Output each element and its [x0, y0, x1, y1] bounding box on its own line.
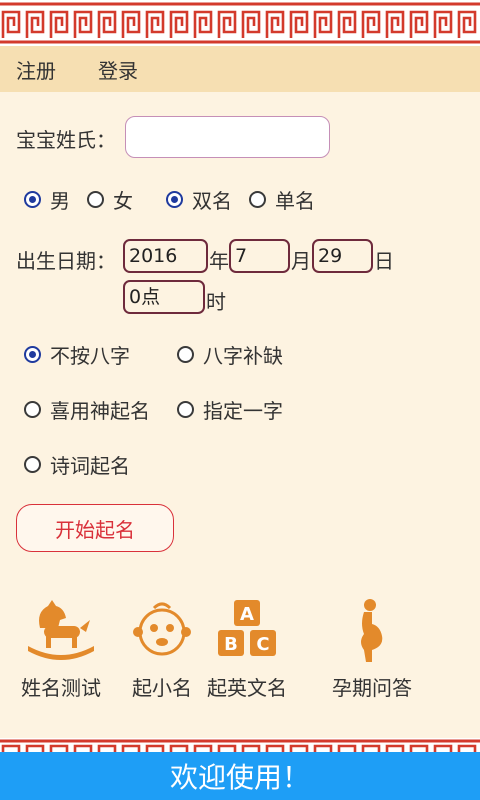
bazi-fix-radio[interactable]: 八字补缺: [177, 340, 283, 369]
name-test-tool[interactable]: 姓名测试: [6, 598, 116, 701]
radio-unchecked-icon: [177, 346, 194, 363]
xiyong-label: 喜用神起名: [50, 399, 150, 423]
svg-text:A: A: [240, 604, 254, 625]
radio-unchecked-icon: [24, 401, 41, 418]
gender-female-label: 女: [113, 189, 133, 213]
no-bazi-label: 不按八字: [50, 344, 130, 368]
english-name-label: 起英文名: [207, 676, 287, 700]
poetry-radio[interactable]: 诗词起名: [24, 450, 130, 479]
surname-label: 宝宝姓氏：: [16, 128, 116, 152]
name-test-label: 姓名测试: [21, 676, 101, 700]
double-name-label: 双名: [192, 189, 232, 213]
day-input[interactable]: 29: [312, 239, 373, 273]
radio-unchecked-icon: [24, 456, 41, 473]
top-decorative-border: [0, 0, 480, 46]
pregnancy-qa-label: 孕期问答: [332, 676, 412, 700]
gender-male-radio[interactable]: 男: [24, 185, 70, 214]
bottom-decorative-border: [0, 738, 480, 752]
single-name-label: 单名: [275, 189, 315, 213]
hour-input[interactable]: 0点: [123, 280, 205, 314]
radio-unchecked-icon: [87, 191, 104, 208]
rocking-horse-icon: [28, 600, 94, 660]
month-input[interactable]: 7: [229, 239, 290, 273]
no-bazi-radio[interactable]: 不按八字: [24, 340, 130, 369]
xiyong-radio[interactable]: 喜用神起名: [24, 395, 150, 424]
surname-input[interactable]: [125, 116, 330, 158]
radio-checked-icon: [166, 191, 183, 208]
register-menu-item[interactable]: 注册: [16, 55, 56, 84]
birth-date-label: 出生日期：: [16, 249, 116, 273]
svg-text:C: C: [256, 634, 269, 655]
pregnant-woman-icon: [361, 599, 383, 662]
day-unit-label: 日: [374, 249, 394, 273]
welcome-banner: 欢迎使用！: [0, 752, 480, 800]
radio-checked-icon: [24, 346, 41, 363]
baby-face-icon: [133, 602, 191, 656]
radio-checked-icon: [24, 191, 41, 208]
month-unit-label: 月: [291, 249, 311, 273]
hour-unit-label: 时: [206, 290, 226, 314]
fixed-char-label: 指定一字: [203, 399, 283, 423]
double-name-radio[interactable]: 双名: [166, 185, 232, 214]
year-unit-label: 年: [209, 249, 229, 273]
single-name-radio[interactable]: 单名: [249, 185, 315, 214]
pregnancy-qa-tool[interactable]: 孕期问答: [317, 598, 427, 701]
gender-male-label: 男: [50, 189, 70, 213]
fixed-char-radio[interactable]: 指定一字: [177, 395, 283, 424]
radio-unchecked-icon: [177, 401, 194, 418]
english-name-tool[interactable]: A B C 起英文名: [192, 598, 302, 701]
bazi-fix-label: 八字补缺: [203, 344, 283, 368]
menu-bar: 注册 登录: [0, 46, 480, 92]
gender-female-radio[interactable]: 女: [87, 185, 133, 214]
svg-text:B: B: [224, 634, 238, 655]
abc-blocks-icon: A B C: [218, 600, 276, 656]
start-naming-button[interactable]: 开始起名: [16, 504, 174, 552]
radio-unchecked-icon: [249, 191, 266, 208]
login-menu-item[interactable]: 登录: [98, 55, 138, 84]
year-input[interactable]: 2016: [123, 239, 208, 273]
poetry-label: 诗词起名: [50, 454, 130, 478]
